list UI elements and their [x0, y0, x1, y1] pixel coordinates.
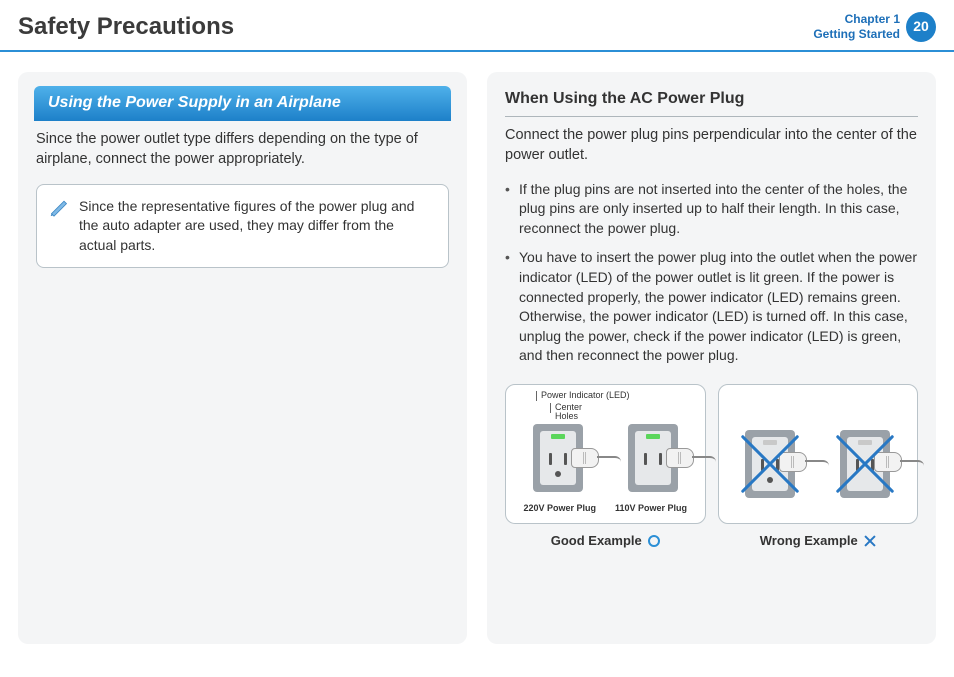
- good-outlets: [514, 417, 697, 498]
- content-columns: Using the Power Supply in an Airplane Si…: [0, 52, 954, 664]
- caption-good-text: Good Example: [551, 532, 642, 550]
- left-column: Using the Power Supply in an Airplane Si…: [18, 72, 467, 644]
- x-mark-icon: [864, 535, 876, 547]
- figure-wrong-box: [718, 384, 919, 524]
- chapter-label: Chapter 1 Getting Started: [813, 12, 900, 41]
- figure-good: Power Indicator (LED) Center Holes: [505, 384, 706, 550]
- caption-wrong-text: Wrong Example: [760, 532, 858, 550]
- caption-wrong: Wrong Example: [718, 532, 919, 550]
- note-icon: [49, 197, 69, 217]
- section-pill-airplane: Using the Power Supply in an Airplane: [34, 86, 451, 121]
- page-title: Safety Precautions: [18, 10, 234, 44]
- outlet-110v-wrong: [840, 430, 890, 498]
- right-column: When Using the AC Power Plug Connect the…: [487, 72, 936, 644]
- chapter-line1: Chapter 1: [813, 12, 900, 26]
- note-box: Since the representative figures of the …: [36, 184, 449, 269]
- plug-icon: [571, 444, 617, 472]
- label-center-holes: Center Holes: [550, 403, 697, 413]
- figure-wrong: Wrong Example: [718, 384, 919, 550]
- caption-good: Good Example: [505, 532, 706, 550]
- subheading-acplug: When Using the AC Power Plug: [505, 88, 918, 117]
- page-number-badge: 20: [906, 12, 936, 42]
- outlet-220v-wrong: [745, 430, 795, 498]
- page-header: Safety Precautions Chapter 1 Getting Sta…: [0, 0, 954, 52]
- wrong-outlets: [727, 413, 910, 515]
- outlet-110v-good: [628, 424, 678, 492]
- note-text: Since the representative figures of the …: [79, 197, 434, 256]
- plug-labels: 220V Power Plug 110V Power Plug: [514, 502, 697, 515]
- chapter-line2: Getting Started: [813, 27, 900, 41]
- label-led: Power Indicator (LED): [536, 391, 697, 401]
- outlet-220v-good: [533, 424, 583, 492]
- bullet-item: If the plug pins are not inserted into t…: [505, 180, 918, 239]
- plug-icon: [666, 444, 712, 472]
- circle-mark-icon: [648, 535, 660, 547]
- label-220v: 220V Power Plug: [523, 502, 596, 515]
- acplug-intro: Connect the power plug pins perpendicula…: [505, 125, 918, 166]
- figure-good-box: Power Indicator (LED) Center Holes: [505, 384, 706, 524]
- header-right: Chapter 1 Getting Started 20: [813, 12, 936, 42]
- figure-row: Power Indicator (LED) Center Holes: [505, 384, 918, 550]
- label-110v: 110V Power Plug: [615, 502, 687, 515]
- bullet-item: You have to insert the power plug into t…: [505, 248, 918, 366]
- airplane-intro: Since the power outlet type differs depe…: [36, 129, 449, 170]
- acplug-bullets: If the plug pins are not inserted into t…: [505, 180, 918, 366]
